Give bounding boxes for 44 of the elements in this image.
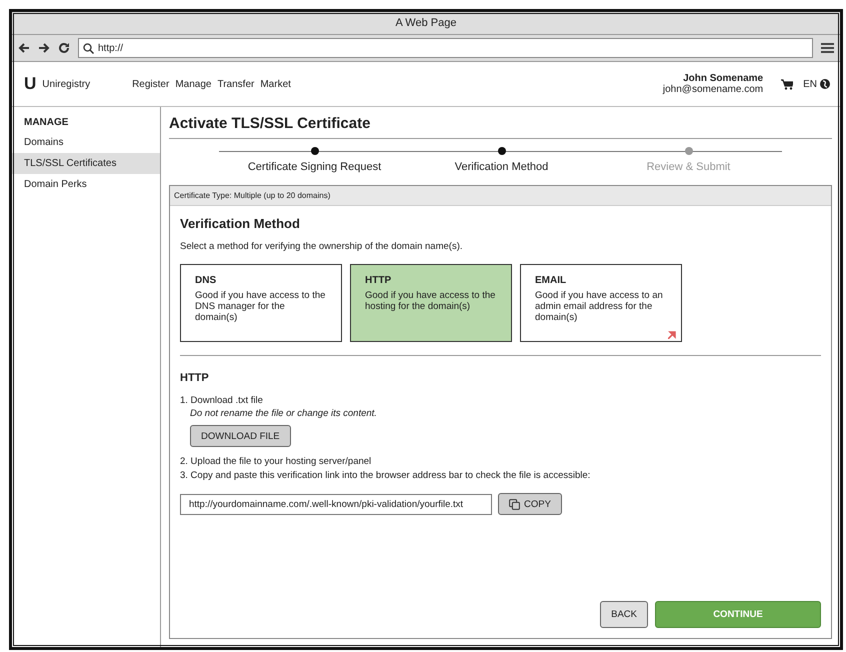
nav-link[interactable]: Register bbox=[132, 78, 170, 90]
method-card[interactable]: DNS Good if you have access to the DNS manager for the domain(s) bbox=[180, 264, 342, 342]
method-card[interactable]: HTTP Good if you have access to the hosting for the domain(s) bbox=[350, 264, 512, 342]
logo[interactable]: U bbox=[24, 74, 36, 94]
language-label[interactable]: EN bbox=[803, 78, 817, 90]
globe-icon[interactable] bbox=[820, 79, 830, 89]
step-label: Verification Method bbox=[454, 161, 548, 173]
user-name: John Somename bbox=[682, 73, 764, 84]
reload-icon[interactable] bbox=[58, 42, 70, 54]
brand-name: Uniregistry bbox=[42, 78, 90, 90]
sidebar-item[interactable]: TLS/SSL Certificates bbox=[12, 153, 160, 174]
arrow-icon bbox=[668, 331, 676, 339]
instruction-text: 3. Copy and paste this verification link into the browser address bar to check the file is accessible: bbox=[180, 469, 592, 483]
forward-arrow-icon[interactable] bbox=[38, 42, 50, 54]
nav-link[interactable]: Market bbox=[260, 78, 291, 90]
step-label: Certificate Signing Request bbox=[248, 161, 382, 173]
section-heading: HTTP bbox=[180, 372, 210, 384]
menu-icon[interactable] bbox=[821, 42, 834, 54]
copy-icon bbox=[509, 498, 520, 510]
step-label: Review & Submit bbox=[646, 161, 730, 173]
instruction-text: 2. Upload the file to your hosting server/panel bbox=[180, 455, 372, 469]
window-title: A Web Page bbox=[12, 12, 840, 35]
sidebar-item[interactable]: Domains bbox=[12, 132, 160, 153]
user-email: john@somename.com bbox=[662, 84, 764, 95]
cart-icon[interactable] bbox=[781, 78, 794, 90]
method-card[interactable]: EMAIL Good if you have access to an admin email address for the domain(s) bbox=[520, 264, 682, 342]
description: Select a method for verifying the ownership of the domain name(s). bbox=[180, 241, 464, 252]
address-field[interactable]: http:// bbox=[78, 38, 813, 58]
sidebar-heading: MANAGE bbox=[23, 117, 70, 130]
url-text: http:// bbox=[98, 42, 124, 54]
sidebar-item[interactable]: Domain Perks bbox=[12, 174, 160, 195]
section-heading: Verification Method bbox=[180, 216, 301, 231]
back-button[interactable]: BACK bbox=[600, 601, 648, 628]
link-field[interactable]: http://yourdomainname.com/.well-known/pki-validation/yourfile.txt bbox=[180, 494, 492, 514]
download-button[interactable]: DOWNLOAD FILE bbox=[190, 425, 291, 447]
note-text: Do not rename the file or change its content. bbox=[190, 408, 378, 419]
copy-button[interactable]: COPY bbox=[498, 493, 562, 515]
nav-link[interactable]: Manage bbox=[175, 78, 212, 90]
page-title: Activate TLS/SSL Certificate bbox=[169, 115, 832, 139]
search-icon bbox=[83, 42, 94, 54]
back-arrow-icon[interactable] bbox=[18, 42, 30, 54]
nav-link[interactable]: Transfer bbox=[217, 78, 254, 90]
certificate-type-header: Certificate Type: Multiple (up to 20 domains) bbox=[170, 186, 831, 206]
instruction-text: 1. Download .txt file bbox=[180, 394, 264, 408]
